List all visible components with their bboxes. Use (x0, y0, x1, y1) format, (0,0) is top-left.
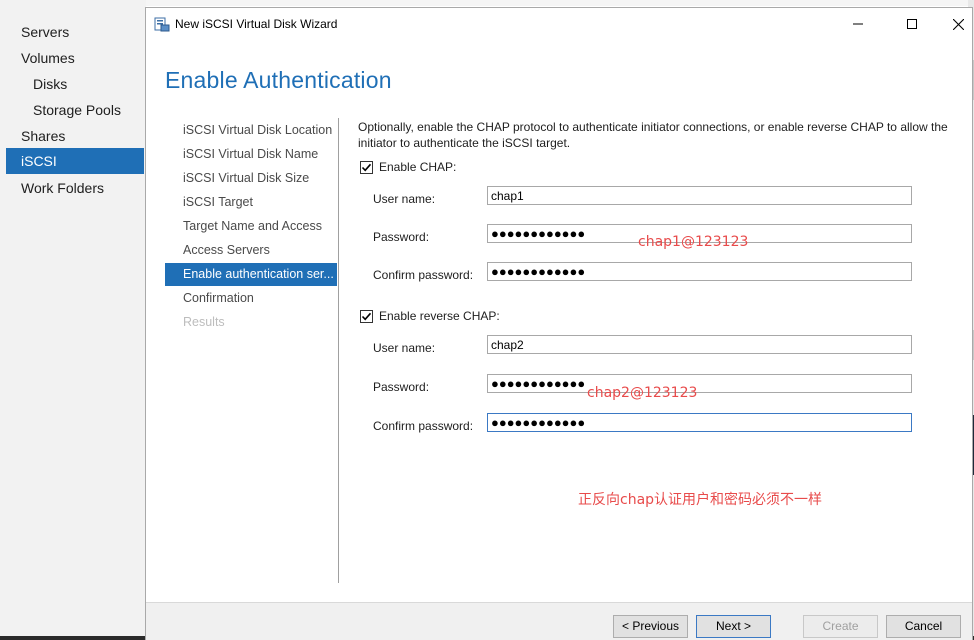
previous-button[interactable]: < Previous (613, 615, 688, 638)
chap-username-label: User name: (373, 192, 436, 206)
intro-line-1: Optionally, enable the CHAP protocol to … (358, 120, 948, 134)
nav-item-iscsi[interactable]: iSCSI (6, 148, 144, 174)
pane-divider (338, 118, 339, 583)
reverse-username-input[interactable] (487, 335, 912, 354)
server-manager-nav: Servers Volumes Disks Storage Pools Shar… (0, 0, 146, 640)
nav-item-storage-pools[interactable]: Storage Pools (6, 97, 144, 123)
intro-text: Optionally, enable the CHAP protocol to … (358, 119, 958, 151)
checkmark-icon (361, 312, 372, 320)
maximize-icon (907, 19, 917, 29)
enable-reverse-chap-checkbox[interactable]: Enable reverse CHAP: (360, 308, 500, 324)
annotation-note: 正反向chap认证用户和密码必须不一样 (578, 492, 823, 508)
create-button[interactable]: Create (803, 615, 878, 638)
chap-password-label: Password: (373, 230, 430, 244)
checkmark-icon (361, 163, 372, 171)
nav-item-shares[interactable]: Shares (6, 123, 144, 149)
chap-username-input[interactable] (487, 186, 912, 205)
wizard-footer: < Previous Next > Create Cancel (146, 602, 972, 640)
nav-item-disks[interactable]: Disks (6, 71, 144, 97)
intro-line-2: initiator to authenticate the iSCSI targ… (358, 136, 571, 150)
enable-reverse-chap-label: Enable reverse CHAP: (379, 309, 500, 323)
step-iscsi-target[interactable]: iSCSI Target (165, 191, 337, 214)
step-enable-authentication[interactable]: Enable authentication ser... (165, 263, 337, 286)
close-button[interactable] (935, 8, 974, 40)
cancel-button[interactable]: Cancel (886, 615, 961, 638)
enable-chap-label: Enable CHAP: (379, 160, 457, 174)
reverse-confirm-password-label: Confirm password: (373, 419, 474, 433)
step-confirmation[interactable]: Confirmation (165, 287, 337, 310)
step-results: Results (183, 315, 225, 329)
reverse-chap-checkbox-box[interactable] (360, 309, 373, 323)
nav-item-work-folders[interactable]: Work Folders (6, 175, 144, 201)
step-disk-location[interactable]: iSCSI Virtual Disk Location (165, 119, 337, 142)
maximize-button[interactable] (889, 8, 935, 40)
reverse-password-label: Password: (373, 380, 430, 394)
step-disk-size[interactable]: iSCSI Virtual Disk Size (165, 167, 337, 190)
nav-item-volumes[interactable]: Volumes (6, 45, 144, 71)
chap-checkbox-box[interactable] (360, 160, 373, 174)
reverse-confirm-password-input[interactable] (487, 413, 912, 432)
chap-confirm-password-label: Confirm password: (373, 268, 474, 282)
window-title: New iSCSI Virtual Disk Wizard (175, 17, 338, 31)
title-bar[interactable]: New iSCSI Virtual Disk Wizard (146, 8, 972, 40)
reverse-username-label: User name: (373, 341, 436, 355)
next-button[interactable]: Next > (696, 615, 771, 638)
chap-confirm-password-input[interactable] (487, 262, 912, 281)
close-icon (952, 18, 964, 30)
wizard-window: New iSCSI Virtual Disk Wizard Enable Aut… (145, 7, 973, 640)
page-title: Enable Authentication (165, 67, 392, 93)
minimize-icon (853, 23, 863, 25)
annotation-chap-password: chap1@123123 (638, 234, 749, 250)
step-disk-name[interactable]: iSCSI Virtual Disk Name (165, 143, 337, 166)
background-header-strip (146, 0, 968, 6)
step-access-servers[interactable]: Access Servers (165, 239, 337, 262)
reverse-password-input[interactable] (487, 374, 912, 393)
nav-item-servers[interactable]: Servers (6, 19, 144, 45)
enable-chap-checkbox[interactable]: Enable CHAP: (360, 159, 456, 175)
wizard-disk-icon (154, 16, 170, 32)
annotation-reverse-password: chap2@123123 (587, 385, 698, 401)
step-target-name-access[interactable]: Target Name and Access (165, 215, 337, 238)
minimize-button[interactable] (835, 8, 881, 40)
